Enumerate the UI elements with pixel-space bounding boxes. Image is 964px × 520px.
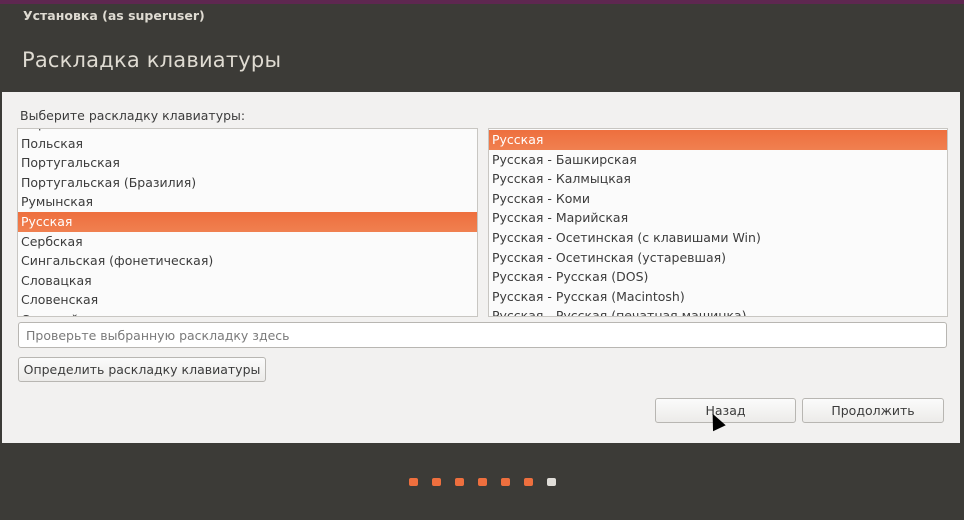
progress-dot (501, 478, 510, 486)
installer-body: Выберите раскладку клавиатуры: Норвежска… (2, 92, 960, 443)
window-title: Установка (as superuser) (23, 8, 205, 23)
list-item[interactable]: Португальская (18, 153, 477, 173)
back-button[interactable]: Назад (655, 398, 796, 423)
list-item[interactable]: Польская (18, 134, 477, 154)
list-item[interactable]: Русская - Русская (Macintosh) (489, 287, 947, 307)
list-item[interactable]: Сингальская (фонетическая) (18, 251, 477, 271)
page-title: Раскладка клавиатуры (22, 48, 282, 72)
progress-dot (478, 478, 487, 486)
continue-button[interactable]: Продолжить (802, 398, 944, 423)
list-item[interactable]: Русская - Русская (печатная машинка) (489, 306, 947, 316)
list-item[interactable]: Сербская (18, 232, 477, 252)
list-item[interactable]: Словацкая (18, 271, 477, 291)
list-item[interactable]: Русская - Башкирская (489, 150, 947, 170)
list-item[interactable]: Сомалийская (18, 310, 477, 316)
list-item[interactable]: Словенская (18, 290, 477, 310)
detect-layout-button[interactable]: Определить раскладку клавиатуры (18, 357, 266, 382)
progress-dot (432, 478, 441, 486)
list-item[interactable]: Русская (489, 130, 947, 150)
list-item[interactable]: Португальская (Бразилия) (18, 173, 477, 193)
list-item[interactable]: Русская - Русская (DOS) (489, 267, 947, 287)
test-layout-input[interactable]: Проверьте выбранную раскладку здесь (18, 322, 947, 348)
list-item[interactable]: Русская - Коми (489, 189, 947, 209)
progress-dot (547, 478, 556, 486)
layout-list[interactable]: НорвежскаяПольскаяПортугальскаяПортугаль… (17, 128, 478, 317)
choose-layout-label: Выберите раскладку клавиатуры: (20, 108, 246, 123)
progress-dot (455, 478, 464, 486)
list-item[interactable]: Русская - Осетинская (с клавишами Win) (489, 228, 947, 248)
progress-footer (2, 443, 960, 520)
variant-list[interactable]: Русская Русская - Башкирская Русская - Кал… (488, 128, 948, 317)
list-item[interactable]: Русская (18, 212, 477, 232)
list-item[interactable]: Русская - Марийская (489, 208, 947, 228)
progress-dot (524, 478, 533, 486)
installer-header: Установка (as superuser) Раскладка клави… (2, 4, 960, 92)
progress-dot (409, 478, 418, 486)
list-item[interactable]: Русская - Калмыцкая (489, 169, 947, 189)
list-item[interactable]: Русская - Осетинская (устаревшая) (489, 248, 947, 268)
list-item[interactable]: Румынская (18, 192, 477, 212)
